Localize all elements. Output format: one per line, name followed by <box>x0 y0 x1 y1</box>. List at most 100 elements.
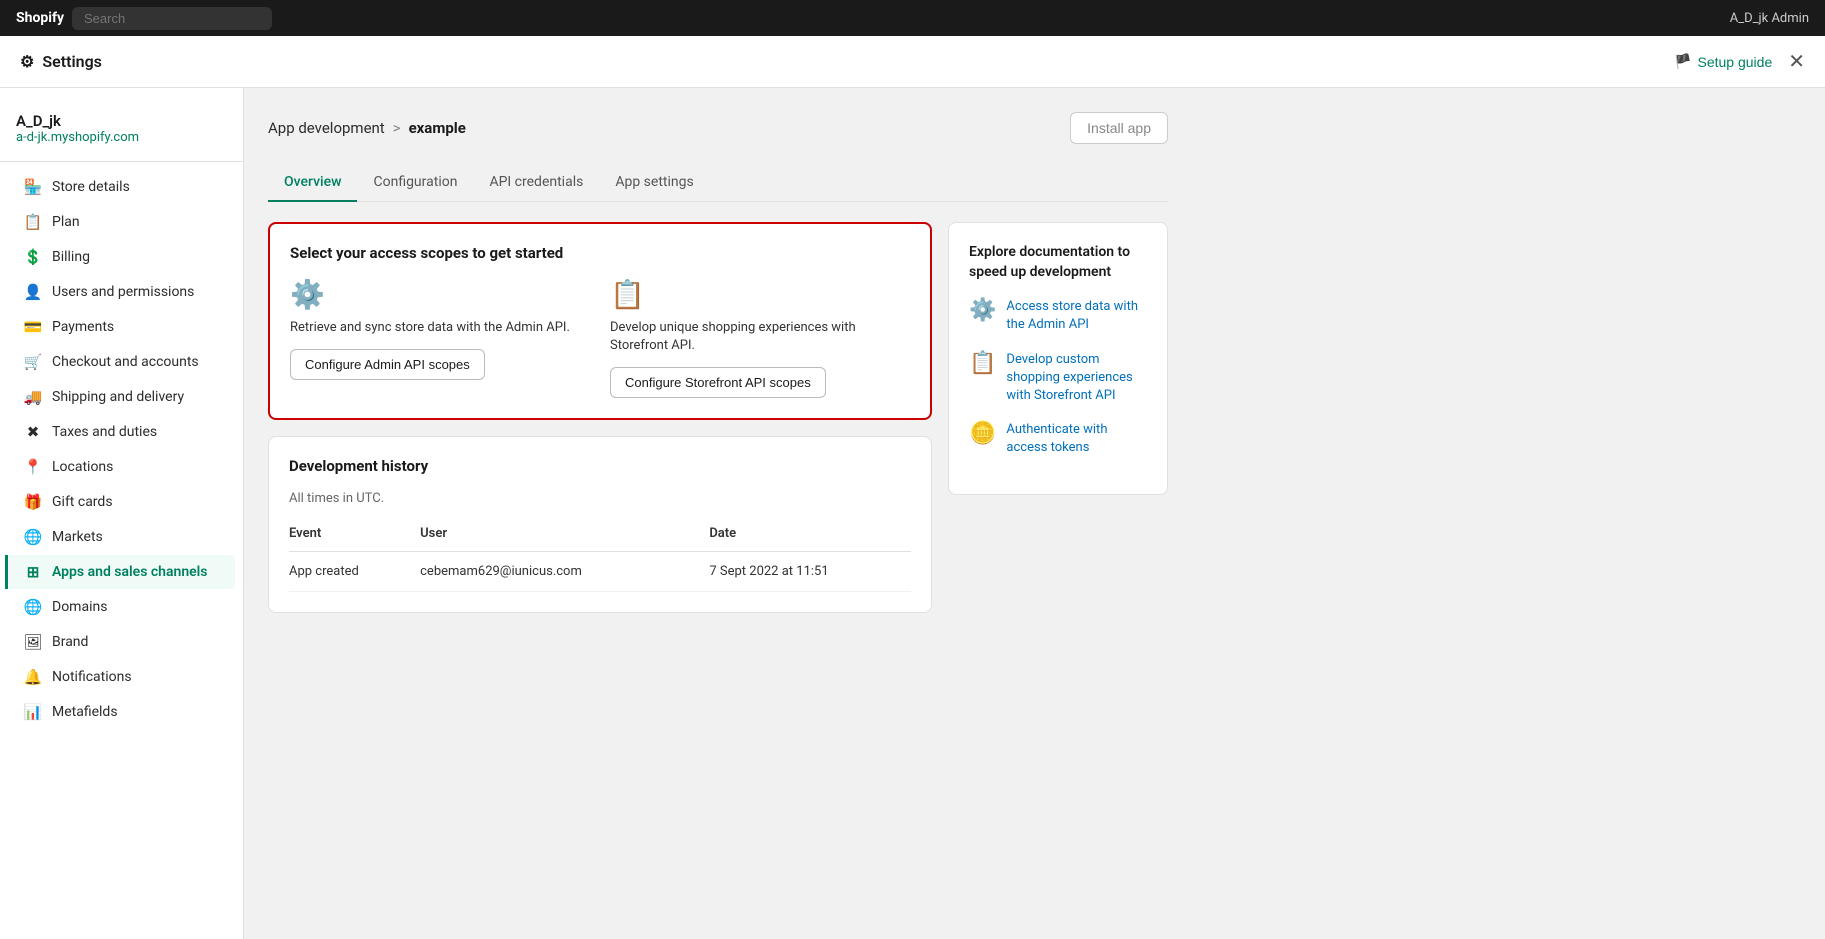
doc-link-text-2[interactable]: Authenticate with access tokens <box>1006 421 1147 457</box>
tab-api-credentials[interactable]: API credentials <box>473 164 599 202</box>
settings-bar: ⚙ Settings 🏴 Setup guide ✕ <box>0 36 1825 88</box>
sidebar-item-notifications[interactable]: 🔔 Notifications <box>8 660 235 694</box>
page-header: App development > example Install app <box>268 112 1168 144</box>
content-area: App development > example Install app Ov… <box>268 112 1168 613</box>
storefront-api-desc: Develop unique shopping experiences with… <box>610 319 910 355</box>
history-col-user: User <box>400 522 689 552</box>
nav-label-payments: Payments <box>52 319 114 335</box>
tab-configuration[interactable]: Configuration <box>357 164 473 202</box>
settings-gear-icon: ⚙ <box>20 52 34 71</box>
sidebar-item-metafields[interactable]: 📊 Metafields <box>8 695 235 729</box>
breadcrumb: App development > example <box>268 119 466 137</box>
doc-card: Explore documentation to speed up develo… <box>948 222 1168 495</box>
close-button[interactable]: ✕ <box>1788 49 1805 74</box>
doc-links-container: ⚙️ Access store data with the Admin API 📋 D… <box>969 298 1147 457</box>
sidebar-item-shipping-delivery[interactable]: 🚚Shipping and delivery <box>8 380 235 414</box>
nav-label-plan: Plan <box>52 214 80 230</box>
nav-label-checkout-accounts: Checkout and accounts <box>52 354 199 370</box>
sidebar-item-payments[interactable]: 💳Payments <box>8 310 235 344</box>
settings-right: 🏴 Setup guide ✕ <box>1674 49 1805 74</box>
sidebar-item-plan[interactable]: 📋 Plan <box>8 205 235 239</box>
nav-label-notifications: Notifications <box>52 669 132 685</box>
nav-label-users-permissions: Users and permissions <box>52 284 194 300</box>
setup-guide-label: Setup guide <box>1698 54 1773 70</box>
sidebar-item-brand[interactable]: 🖼 Brand <box>8 625 235 659</box>
store-name: A_D_jk <box>16 112 227 130</box>
layout: A_D_jk a-d-jk.myshopify.com 🏪Store detai… <box>0 88 1825 939</box>
doc-card-title: Explore documentation to speed up develo… <box>969 243 1147 282</box>
store-info: A_D_jk a-d-jk.myshopify.com <box>0 100 243 162</box>
doc-link-icon-2: 🪙 <box>969 421 996 446</box>
topbar: Shopify A_D_jk Admin <box>0 0 1825 36</box>
search-input[interactable] <box>72 7 272 30</box>
dev-history-card: Development history All times in UTC. Ev… <box>268 436 932 613</box>
breadcrumb-parent[interactable]: App development <box>268 119 385 137</box>
sidebar-item-gift-cards[interactable]: 🎁 Gift cards <box>8 485 235 519</box>
tab-overview[interactable]: Overview <box>268 164 357 202</box>
tabs-bar: OverviewConfigurationAPI credentialsApp … <box>268 164 1168 202</box>
sidebar-item-users-permissions[interactable]: 👤 Users and permissions <box>8 275 235 309</box>
nav-label-metafields: Metafields <box>52 704 118 720</box>
nav-label-gift-cards: Gift cards <box>52 494 113 510</box>
nav-icon-gift-cards: 🎁 <box>24 493 42 511</box>
nav-icon-domains: 🌐 <box>24 598 42 616</box>
history-header-row: EventUserDate <box>289 522 911 552</box>
nav-icon-plan: 📋 <box>24 213 42 231</box>
nav-icon-apps-sales-channels: ⊞ <box>24 563 42 581</box>
nav-icon-notifications: 🔔 <box>24 668 42 686</box>
main-card: Select your access scopes to get started… <box>268 222 932 613</box>
history-body: App createdcebemam629@iunicus.com7 Sept … <box>289 552 911 592</box>
nav-icon-metafields: 📊 <box>24 703 42 721</box>
access-scopes-card: Select your access scopes to get started… <box>268 222 932 420</box>
nav-icon-taxes-duties: ✖ <box>24 423 42 441</box>
admin-api-desc: Retrieve and sync store data with the Ad… <box>290 319 590 337</box>
nav-label-brand: Brand <box>52 634 88 650</box>
history-cell-date: 7 Sept 2022 at 11:51 <box>689 552 911 592</box>
nav-items-container: 🏪Store details 📋 Plan 💲 Billing 👤 Users and pe… <box>0 170 243 729</box>
install-app-button[interactable]: Install app <box>1070 112 1168 144</box>
nav-label-billing: Billing <box>52 249 90 265</box>
cards-row: Select your access scopes to get started… <box>268 222 1168 613</box>
shopify-logo: Shopify <box>16 10 64 26</box>
nav-label-locations: Locations <box>52 459 113 475</box>
nav-icon-users-permissions: 👤 <box>24 283 42 301</box>
store-url: a-d-jk.myshopify.com <box>16 130 227 145</box>
admin-api-scope: ⚙️ Retrieve and sync store data with the… <box>290 278 590 398</box>
user-label: A_D_jk Admin <box>1730 11 1809 26</box>
doc-link-icon-1: 📋 <box>969 351 996 376</box>
setup-guide-button[interactable]: 🏴 Setup guide <box>1674 53 1772 70</box>
breadcrumb-separator: > <box>393 119 401 137</box>
history-table: EventUserDate App createdcebemam629@iuni… <box>289 522 911 592</box>
nav-icon-locations: 📍 <box>24 458 42 476</box>
sidebar-item-apps-sales-channels[interactable]: ⊞ Apps and sales channels <box>5 555 235 589</box>
nav-icon-billing: 💲 <box>24 248 42 266</box>
main-content: App development > example Install app Ov… <box>244 88 1825 939</box>
sidebar: A_D_jk a-d-jk.myshopify.com 🏪Store detai… <box>0 88 244 939</box>
history-cell-event: App created <box>289 552 400 592</box>
nav-label-store-details: Store details <box>52 179 130 195</box>
configure-admin-api-button[interactable]: Configure Admin API scopes <box>290 349 485 380</box>
scopes-options: ⚙️ Retrieve and sync store data with the… <box>290 278 910 398</box>
storefront-api-scope: 📋 Develop unique shopping experiences wi… <box>610 278 910 398</box>
topbar-left: Shopify <box>16 7 272 30</box>
sidebar-item-billing[interactable]: 💲 Billing <box>8 240 235 274</box>
doc-link-item-1: 📋 Develop custom shopping experiences wit… <box>969 351 1147 406</box>
nav-icon-shipping-delivery: 🚚 <box>24 388 42 406</box>
nav-icon-brand: 🖼 <box>24 633 42 651</box>
nav-label-markets: Markets <box>52 529 103 545</box>
sidebar-item-checkout-accounts[interactable]: 🛒Checkout and accounts <box>8 345 235 379</box>
dev-history-subtitle: All times in UTC. <box>289 491 911 506</box>
doc-link-text-0[interactable]: Access store data with the Admin API <box>1006 298 1147 334</box>
settings-title: ⚙ Settings <box>20 52 102 71</box>
history-col-event: Event <box>289 522 400 552</box>
nav-label-apps-sales-channels: Apps and sales channels <box>52 564 208 580</box>
sidebar-item-domains[interactable]: 🌐Domains <box>8 590 235 624</box>
sidebar-item-markets[interactable]: 🌐Markets <box>8 520 235 554</box>
sidebar-item-locations[interactable]: 📍 Locations <box>8 450 235 484</box>
configure-storefront-api-button[interactable]: Configure Storefront API scopes <box>610 367 826 398</box>
doc-link-icon-0: ⚙️ <box>969 298 996 323</box>
doc-link-text-1[interactable]: Develop custom shopping experiences with… <box>1006 351 1147 406</box>
sidebar-item-taxes-duties[interactable]: ✖Taxes and duties <box>8 415 235 449</box>
sidebar-item-store-details[interactable]: 🏪Store details <box>8 170 235 204</box>
tab-app-settings[interactable]: App settings <box>599 164 709 202</box>
